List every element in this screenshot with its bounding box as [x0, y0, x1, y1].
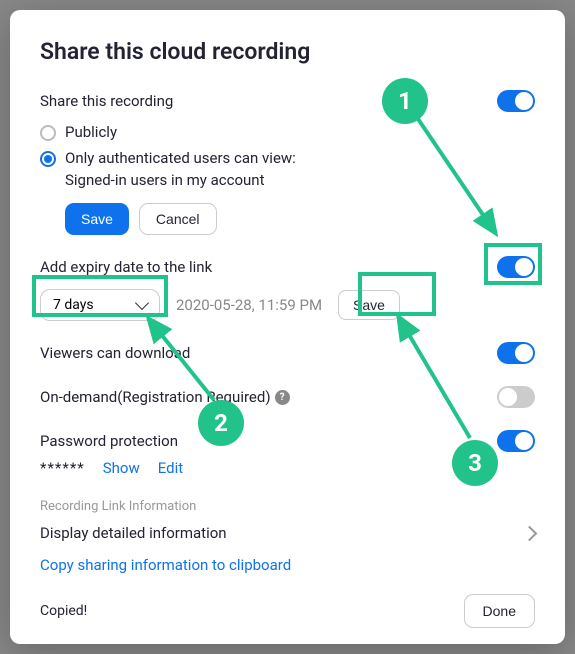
cancel-button[interactable]: Cancel: [139, 203, 217, 235]
radio-public-row[interactable]: Publicly: [40, 123, 535, 141]
expiry-select-value: 7 days: [53, 297, 94, 313]
radio-auth-row[interactable]: Only authenticated users can view:: [40, 149, 535, 167]
display-detail-row[interactable]: Display detailed information: [40, 524, 535, 542]
show-password-link[interactable]: Show: [103, 459, 140, 477]
copied-text: Copied!: [40, 603, 87, 619]
radio-auth-sub: Signed-in users in my account: [65, 171, 535, 189]
expiry-toggle[interactable]: [497, 256, 535, 278]
radio-auth[interactable]: [40, 151, 56, 167]
chevron-right-icon: [522, 525, 538, 541]
share-radio-group: Publicly Only authenticated users can vi…: [40, 123, 535, 189]
modal-title: Share this cloud recording: [40, 38, 535, 65]
password-mask: ******: [40, 459, 85, 477]
on-demand-text: On-demand(Registration Required): [40, 388, 271, 406]
annotation-badge-1: 1: [382, 78, 428, 124]
expiry-save-button[interactable]: Save: [338, 290, 400, 320]
display-detail-label: Display detailed information: [40, 524, 227, 542]
radio-public-label: Publicly: [65, 123, 117, 141]
help-icon[interactable]: ?: [275, 390, 290, 405]
share-label: Share this recording: [40, 92, 173, 110]
expiry-label: Add expiry date to the link: [40, 258, 212, 276]
expiry-date: 2020-05-28, 11:59 PM: [176, 296, 322, 314]
radio-auth-label: Only authenticated users can view:: [65, 149, 296, 167]
share-toggle[interactable]: [497, 90, 535, 112]
annotation-badge-2: 2: [198, 400, 244, 446]
done-button[interactable]: Done: [464, 594, 535, 628]
password-toggle[interactable]: [497, 430, 535, 452]
copy-info-link[interactable]: Copy sharing information to clipboard: [40, 556, 535, 574]
on-demand-label: On-demand(Registration Required) ?: [40, 388, 290, 406]
radio-public[interactable]: [40, 125, 56, 141]
password-label: Password protection: [40, 432, 178, 450]
edit-password-link[interactable]: Edit: [158, 459, 183, 477]
recording-link-info-header: Recording Link Information: [40, 499, 535, 514]
share-btn-row: Save Cancel: [65, 203, 535, 235]
share-recording-modal: Share this cloud recording Share this re…: [10, 10, 565, 644]
on-demand-toggle[interactable]: [497, 386, 535, 408]
modal-footer: Copied! Done: [40, 594, 535, 628]
viewers-download-toggle[interactable]: [497, 342, 535, 364]
chevron-down-icon: [135, 296, 149, 310]
annotation-badge-3: 3: [452, 440, 498, 486]
save-button[interactable]: Save: [65, 203, 129, 235]
viewers-download-label: Viewers can download: [40, 344, 190, 362]
expiry-select[interactable]: 7 days: [40, 289, 160, 321]
expiry-controls: 7 days 2020-05-28, 11:59 PM Save: [40, 289, 535, 321]
